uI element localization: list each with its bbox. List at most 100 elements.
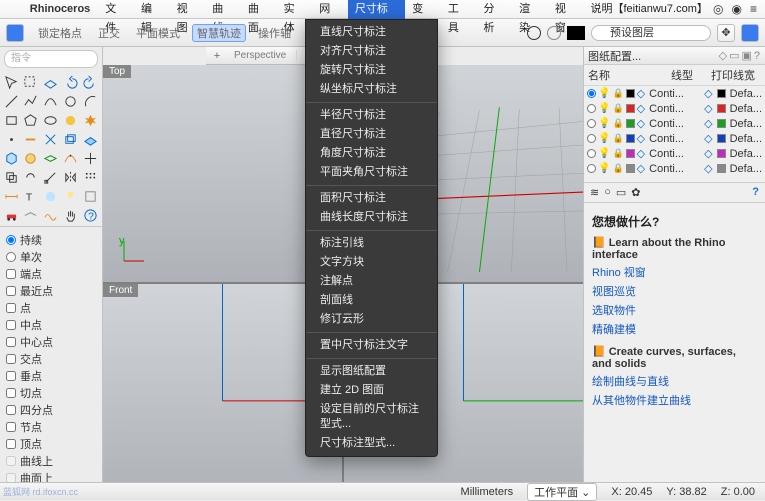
doc-icon[interactable]: ▭ [616,186,626,199]
menu-transform[interactable]: 变动 [405,0,441,19]
tool-pointer[interactable] [2,73,20,91]
tool-box[interactable] [2,149,20,167]
tool-mirror[interactable] [61,168,79,186]
gear-icon[interactable]: ✿ [631,186,640,199]
osnap-vertex[interactable]: 顶点 [6,436,96,452]
tool-polygon[interactable] [22,111,40,129]
tool-render[interactable] [42,187,60,205]
menu-edit[interactable]: 编辑 [134,0,170,19]
tool-mesh[interactable] [42,149,60,167]
osnap-cen[interactable]: 中心点 [6,334,96,350]
tab-perspective[interactable]: Perspective [224,50,297,61]
menu-file[interactable]: 文件 [98,0,134,19]
menu-solid[interactable]: 实体 [277,0,313,19]
mi-curvelen[interactable]: 曲线长度尺寸标注 [306,208,437,227]
mi-make2d[interactable]: 建立 2D 图面 [306,381,437,400]
tb-smarttrack[interactable]: 智慧轨迹 [192,24,246,42]
tool-point[interactable] [2,130,20,148]
osnap-mid[interactable]: 中点 [6,317,96,333]
layer-icon[interactable]: ▭ [729,50,739,62]
layer-row[interactable]: 💡🔒◇Conti...◇Defa... [584,146,765,161]
osnap-knot[interactable]: 节点 [6,419,96,435]
record-icon[interactable] [527,26,541,40]
layers-icon[interactable]: ≋ [590,186,599,199]
osnap-tan[interactable]: 切点 [6,385,96,401]
mi-textblock[interactable]: 文字方块 [306,253,437,272]
tool-circle[interactable] [61,92,79,110]
tool-blank1[interactable] [22,206,40,224]
mi-aligned[interactable]: 对齐尺寸标注 [306,42,437,61]
mi-diameter[interactable]: 直径尺寸标注 [306,125,437,144]
tool-arc[interactable] [81,92,99,110]
mi-ordinate[interactable]: 纵坐标尺寸标注 [306,80,437,99]
mi-rotated[interactable]: 旋转尺寸标注 [306,61,437,80]
tool-polyline[interactable] [22,92,40,110]
layer-search[interactable]: 预设图层 [591,25,711,41]
tool-copy[interactable] [2,168,20,186]
mi-showlayout[interactable]: 显示图纸配置 [306,362,437,381]
tool-explode[interactable] [81,111,99,129]
menu-surface[interactable]: 曲面 [241,0,277,19]
tool-sphere[interactable] [22,149,40,167]
cc-icon[interactable]: ◎ [713,2,723,16]
menu-help[interactable]: 说明【feitianwu7.com】 [583,0,713,19]
tool-redo[interactable] [81,73,99,91]
status-cplane[interactable]: 工作平面 ⌄ [527,483,597,501]
mi-leader[interactable]: 标注引线 [306,234,437,253]
tool-array[interactable] [81,168,99,186]
tool-rotate[interactable] [22,168,40,186]
mi-dot[interactable]: 注解点 [306,272,437,291]
mi-area[interactable]: 面积尺寸标注 [306,189,437,208]
user-icon[interactable]: ◉ [732,2,742,16]
viewport-label-front[interactable]: Front [103,284,138,297]
help-link-view-nav[interactable]: 视图巡览 [592,283,757,299]
tool-3drect[interactable] [61,130,79,148]
tool-wave[interactable] [42,206,60,224]
tool-rect[interactable] [2,111,20,129]
osnap-quad[interactable]: 四分点 [6,402,96,418]
osnap-oncrv[interactable]: 曲线上 [6,453,96,469]
mi-linear[interactable]: 直线尺寸标注 [306,23,437,42]
help-link-drawcurves[interactable]: 绘制曲线与直线 [592,373,757,389]
osnap-oneshot[interactable]: 单次 [6,249,96,265]
osnap-near[interactable]: 最近点 [6,283,96,299]
help-question-icon[interactable]: ? [752,186,759,199]
tool-controlpt[interactable] [61,149,79,167]
tool-trim[interactable] [42,130,60,148]
help-link-select[interactable]: 选取物件 [592,302,757,318]
tool-star[interactable] [61,111,79,129]
paper-config-label[interactable]: 图纸配置... [588,48,641,64]
tool-line[interactable] [2,92,20,110]
layer-row[interactable]: 💡🔒◇Conti...◇Defa... [584,131,765,146]
tool-text[interactable]: T [22,187,40,205]
mi-dimstyles[interactable]: 尺寸标注型式... [306,434,437,453]
osnap-end[interactable]: 端点 [6,266,96,282]
mat-icon[interactable]: ▣ [741,50,751,62]
right-panel-toggle[interactable] [741,24,759,42]
mi-setdimstyle[interactable]: 设定目前的尺寸标注型式... [306,400,437,434]
help-icon[interactable]: ? [754,50,760,62]
tb-gumball[interactable]: 操作轴 [254,24,295,42]
mi-planeangle[interactable]: 平面夹角尺寸标注 [306,163,437,182]
osnap-int[interactable]: 交点 [6,351,96,367]
tool-properties[interactable] [81,187,99,205]
osnap-persistent[interactable]: 持续 [6,232,96,248]
tool-join[interactable] [22,130,40,148]
menu-panels[interactable]: 视窗 [548,0,584,19]
osnap-point[interactable]: 点 [6,300,96,316]
tool-curve[interactable] [42,92,60,110]
mi-hatch[interactable]: 剖面线 [306,291,437,310]
window-color-icon[interactable] [6,24,24,42]
tool-cplane[interactable] [42,73,60,91]
tool-undo[interactable] [61,73,79,91]
stop-icon[interactable] [567,26,585,40]
layer-row[interactable]: 💡🔒◇Conti...◇Defa... [584,101,765,116]
menu-tools[interactable]: 工具 [441,0,477,19]
menu-mesh[interactable]: 网格 [312,0,348,19]
tb-planar[interactable]: 平面模式 [132,24,184,42]
tool-hand[interactable] [61,206,79,224]
tool-help[interactable]: ? [81,206,99,224]
mi-centertext[interactable]: 置中尺寸标注文字 [306,336,437,355]
menu-dimension[interactable]: 尺寸标注 [348,0,405,19]
tool-move[interactable] [81,149,99,167]
